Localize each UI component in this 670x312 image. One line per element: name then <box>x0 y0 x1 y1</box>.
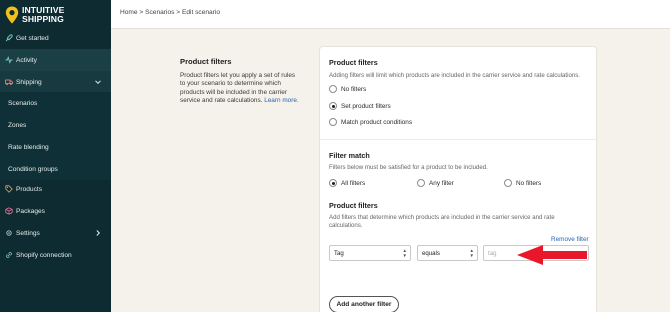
sidebar-item-label: Products <box>16 185 43 193</box>
radio-label: Match product conditions <box>341 118 413 126</box>
sidebar-item-label: Scenarios <box>8 99 38 107</box>
sidebar-item-rate-blending[interactable]: Rate blending <box>0 136 111 158</box>
radio-button[interactable] <box>329 179 337 187</box>
sidebar-item-label: Settings <box>16 229 40 237</box>
product-filters-heading: Product filters <box>329 58 378 67</box>
link-icon <box>5 251 13 259</box>
filter-operator-value: equals <box>422 249 440 257</box>
sidebar-item-label: Packages <box>16 207 45 215</box>
sidebar-item-label: Rate blending <box>8 143 49 151</box>
filter-field-select[interactable]: Tag ▲ ▼ <box>329 245 411 261</box>
learn-more-link[interactable]: Learn more. <box>264 97 298 104</box>
sidebar-item-label: Shipping <box>16 78 42 86</box>
top-bar: Home > Scenarios > Edit scenario <box>111 0 670 29</box>
radio-no-filters[interactable]: No filters <box>329 85 366 93</box>
radio-label: No filters <box>516 179 542 187</box>
radio-match-product-conditions[interactable]: Match product conditions <box>329 118 412 126</box>
chevron-down-icon <box>95 80 101 85</box>
filters-list-help: Add filters that determine which product… <box>329 214 555 229</box>
sidebar-item-label: Get started <box>16 34 49 42</box>
radio-label: Set product filters <box>341 102 391 110</box>
sidebar-item-condition-groups[interactable]: Condition groups <box>0 158 111 180</box>
sidebar-item-settings[interactable]: Settings <box>0 222 111 244</box>
logo[interactable]: INTUITIVE SHIPPING <box>0 0 111 29</box>
sidebar-item-scenarios[interactable]: Scenarios <box>0 92 111 114</box>
filters-list-heading: Product filters <box>329 201 378 210</box>
sidebar-item-shipping[interactable]: Shipping <box>0 71 111 93</box>
sidebar-item-activity[interactable]: Activity <box>0 49 111 71</box>
add-another-filter-button[interactable]: Add another filter <box>329 296 399 312</box>
filter-value-placeholder: tag <box>488 249 497 257</box>
brand-line-2: SHIPPING <box>22 13 64 24</box>
sidebar-item-shopify-connection[interactable]: Shopify connection <box>0 244 111 266</box>
filter-field-value: Tag <box>334 249 344 257</box>
radio-all-filters[interactable]: All filters <box>329 179 365 187</box>
sidebar-item-label: Activity <box>16 56 37 64</box>
sidebar-item-label: Condition groups <box>8 165 58 173</box>
section-description: Product filters let you apply a set of r… <box>180 72 300 105</box>
sidebar-item-zones[interactable]: Zones <box>0 114 111 136</box>
truck-icon <box>5 78 13 86</box>
select-arrows-icon: ▲ ▼ <box>469 248 474 258</box>
radio-label: All filters <box>341 179 366 187</box>
radio-label: No filters <box>341 85 367 93</box>
sidebar: INTUITIVE SHIPPING Get started Activity … <box>0 0 111 312</box>
annotation-arrow-icon <box>517 245 587 265</box>
product-filters-help: Adding filters will limit which products… <box>329 72 580 79</box>
location-pin-icon <box>5 5 19 23</box>
sidebar-item-products[interactable]: Products <box>0 178 111 200</box>
filter-operator-select[interactable]: equals ▲ ▼ <box>417 245 478 261</box>
radio-set-product-filters[interactable]: Set product filters <box>329 102 391 110</box>
filter-match-heading: Filter match <box>329 151 370 160</box>
breadcrumb[interactable]: Home > Scenarios > Edit scenario <box>120 9 220 16</box>
activity-icon <box>5 56 13 64</box>
remove-filter-link[interactable]: Remove filter <box>551 236 589 243</box>
divider <box>320 139 596 140</box>
brand-name: INTUITIVE SHIPPING <box>22 6 64 23</box>
tag-icon <box>5 185 13 193</box>
radio-button[interactable] <box>417 179 425 187</box>
radio-button[interactable] <box>329 85 337 93</box>
sidebar-item-label: Zones <box>8 121 27 129</box>
chevron-right-icon <box>96 230 101 236</box>
radio-any-filter[interactable]: Any filter <box>417 179 454 187</box>
radio-label: Any filter <box>429 179 454 187</box>
rocket-icon <box>5 34 13 42</box>
sidebar-item-label: Shopify connection <box>16 251 72 259</box>
sidebar-item-packages[interactable]: Packages <box>0 200 111 222</box>
sidebar-item-get-started[interactable]: Get started <box>0 27 111 49</box>
filter-match-help: Filters below must be satisfied for a pr… <box>329 164 488 171</box>
radio-button[interactable] <box>329 102 337 110</box>
select-arrows-icon: ▲ ▼ <box>402 248 407 258</box>
gear-icon <box>5 229 13 237</box>
radio-button[interactable] <box>329 118 337 126</box>
section-title: Product filters <box>180 57 232 66</box>
product-filters-card: Product filters Adding filters will limi… <box>319 46 597 312</box>
radio-match-none[interactable]: No filters <box>504 179 541 187</box>
radio-button[interactable] <box>504 179 512 187</box>
main-content: Product filters Product filters let you … <box>111 29 670 312</box>
package-icon <box>5 207 13 215</box>
